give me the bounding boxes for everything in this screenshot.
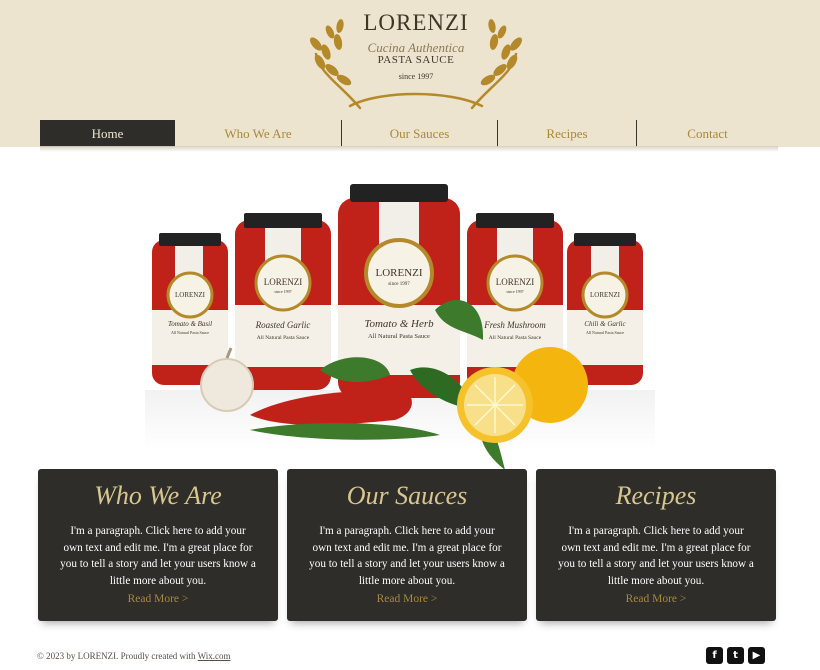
nav-contact[interactable]: Contact: [637, 120, 778, 147]
card-title: Who We Are: [94, 481, 222, 510]
card-who-we-are: Who We Are I'm a paragraph. Click here t…: [38, 469, 278, 621]
jar-since: since 1997: [388, 282, 410, 287]
card-text: I'm a paragraph. Click here to add your …: [558, 525, 754, 587]
jar-subtitle: All Natural Pasta Sauce: [489, 335, 542, 341]
brand-product: PASTA SAUCE: [377, 54, 455, 66]
wix-link[interactable]: Wix.com: [198, 651, 231, 661]
hero-product-image: LORENZI Tomato & Basil All Natural Pasta…: [145, 180, 655, 480]
jar-flavor: Fresh Mushroom: [483, 320, 546, 330]
nav-home[interactable]: Home: [40, 120, 175, 147]
jar-flavor: Roasted Garlic: [255, 320, 311, 330]
jar-subtitle: All Natural Pasta Sauce: [257, 335, 310, 341]
footer-copyright: © 2023 by LORENZI. Proudly created with …: [37, 651, 231, 661]
nav-shadow: [40, 146, 778, 152]
jar-flavor: Chili & Garlic: [584, 320, 626, 328]
jar-brand: LORENZI: [375, 267, 422, 279]
read-more-link[interactable]: Read More >: [536, 593, 776, 605]
nav-our-sauces[interactable]: Our Sauces: [342, 120, 498, 147]
nav-who-we-are[interactable]: Who We Are: [175, 120, 342, 147]
jar-subtitle: All Natural Pasta Sauce: [171, 330, 209, 335]
card-recipes: Recipes I'm a paragraph. Click here to a…: [536, 469, 776, 621]
jar-since: since 1997: [506, 289, 523, 294]
card-text: I'm a paragraph. Click here to add your …: [309, 525, 505, 587]
main-nav: Home Who We Are Our Sauces Recipes Conta…: [40, 120, 778, 147]
card-title: Our Sauces: [346, 481, 468, 510]
jar-brand: LORENZI: [175, 291, 206, 299]
card-title: Recipes: [615, 481, 697, 510]
site-logo[interactable]: LORENZI Cucina Authentica PASTA SAUCE si…: [310, 4, 522, 116]
copyright-text: © 2023 by LORENZI. Proudly created with: [37, 651, 198, 661]
site-header: LORENZI Cucina Authentica PASTA SAUCE si…: [0, 0, 820, 147]
brand-name: LORENZI: [363, 10, 469, 35]
feature-cards: Who We Are I'm a paragraph. Click here t…: [38, 469, 776, 621]
jar-flavor: Tomato & Herb: [364, 318, 434, 330]
youtube-icon[interactable]: ▶: [748, 647, 765, 664]
read-more-link[interactable]: Read More >: [287, 593, 527, 605]
card-text: I'm a paragraph. Click here to add your …: [60, 525, 256, 587]
jar-flavor: Tomato & Basil: [168, 320, 212, 328]
twitter-icon[interactable]: t: [727, 647, 744, 664]
jar-brand: LORENZI: [496, 277, 535, 287]
facebook-icon[interactable]: f: [706, 647, 723, 664]
jar-since: since 1997: [274, 289, 291, 294]
brand-since: since 1997: [398, 72, 434, 81]
jar-brand: LORENZI: [590, 291, 621, 299]
jar-subtitle: All Natural Pasta Sauce: [586, 330, 624, 335]
read-more-link[interactable]: Read More >: [38, 593, 278, 605]
jar-roasted-garlic: LORENZI since 1997 Roasted Garlic All Na…: [235, 213, 331, 390]
nav-recipes[interactable]: Recipes: [498, 120, 637, 147]
hero-illustration: LORENZI Tomato & Basil All Natural Pasta…: [145, 184, 655, 470]
jar-subtitle: All Natural Pasta Sauce: [368, 333, 430, 340]
card-our-sauces: Our Sauces I'm a paragraph. Click here t…: [287, 469, 527, 621]
jar-brand: LORENZI: [264, 277, 303, 287]
